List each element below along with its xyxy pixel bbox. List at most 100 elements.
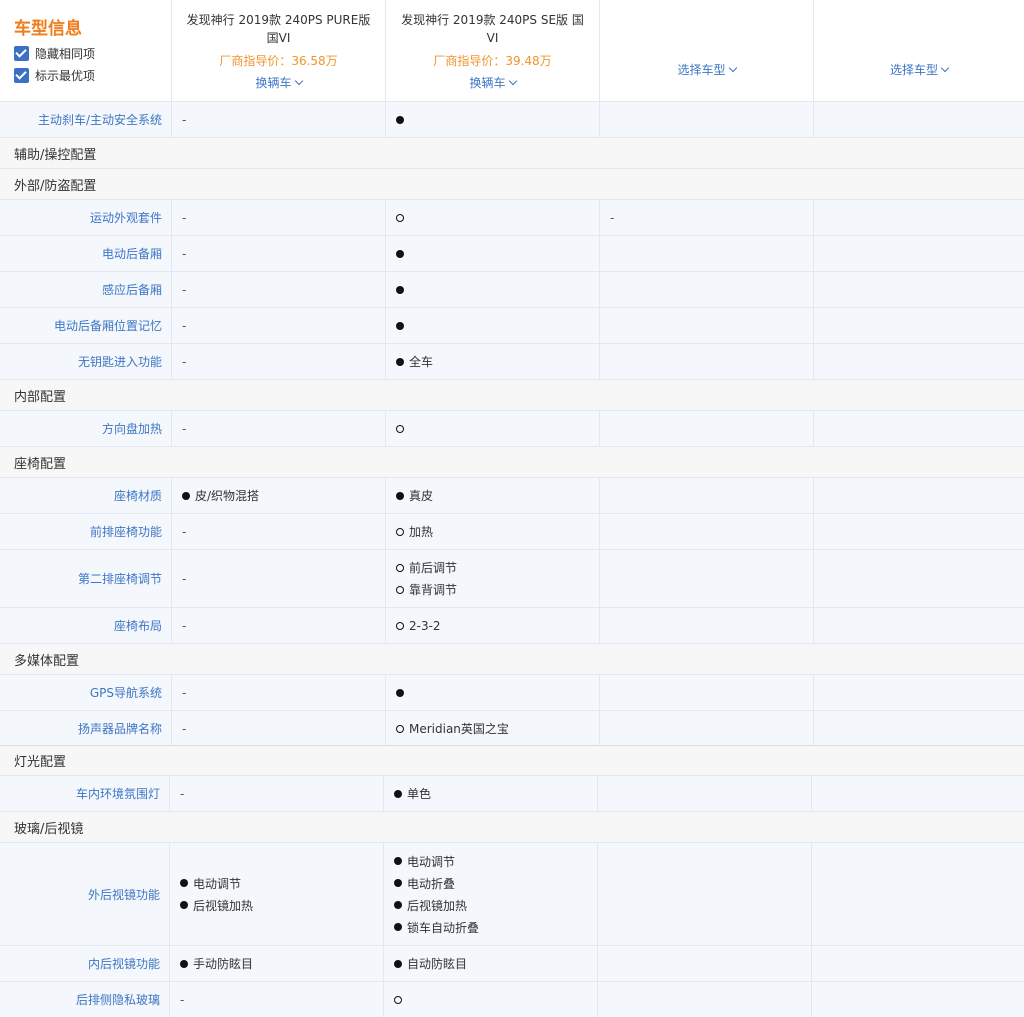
value-cell: 电动调节 后视镜加热 (170, 843, 384, 945)
section-header: 辅助/操控配置 (0, 138, 1024, 169)
row-label: 方向盘加热 (0, 411, 172, 446)
empty-cell (598, 843, 812, 945)
none-value: - (182, 524, 187, 539)
table-header: 车型信息 隐藏相同项 标示最优项 发现神行 2019款 240PS PURE版 … (0, 0, 1024, 102)
value-cell: 手动防眩目 (170, 946, 384, 981)
checkbox-checked-icon[interactable] (14, 45, 29, 61)
chevron-down-icon (728, 63, 737, 73)
empty-cell (812, 776, 1024, 811)
row-label: 第二排座椅调节 (0, 550, 172, 607)
feature-text: 电动调节 (407, 854, 456, 869)
spec-table-bottom: 灯光配置 车内环境氛围灯 - 单色 玻璃/后视镜 外后视镜功能 电动调节 后视镜… (0, 745, 1024, 1017)
standard-dot-icon (396, 357, 404, 366)
car-column-4-header: 选择车型 (814, 0, 1024, 101)
empty-cell (814, 102, 1024, 137)
hide-same-toggle[interactable]: 隐藏相同项 (14, 44, 171, 62)
empty-cell (814, 608, 1024, 643)
empty-cell (600, 411, 814, 446)
standard-dot-icon (396, 321, 404, 330)
standard-dot-icon (396, 491, 404, 500)
table-row: 前排座椅功能 - 加热 (0, 514, 1024, 550)
car-name: 发现神行 2019款 240PS SE版 国VI (401, 13, 584, 45)
optional-circle-icon (396, 527, 404, 536)
car-column-3-header: 选择车型 (600, 0, 814, 101)
table-row: 外后视镜功能 电动调节 后视镜加热 电动调节 电动折叠 后视镜加热 锁车自动折叠 (0, 843, 1024, 946)
value-cell: - (172, 272, 386, 307)
value-cell: - (170, 982, 384, 1017)
page-title: 车型信息 (14, 19, 82, 39)
change-car-label: 换辆车 (469, 76, 506, 90)
value-cell: - (172, 411, 386, 446)
table-row: 电动后备厢位置记忆 - (0, 308, 1024, 344)
standard-dot-icon (182, 491, 190, 500)
row-label: 内后视镜功能 (0, 946, 170, 981)
mark-best-toggle[interactable]: 标示最优项 (14, 66, 171, 84)
row-label: 座椅材质 (0, 478, 172, 513)
section-header: 内部配置 (0, 380, 1024, 411)
empty-cell (600, 608, 814, 643)
value-cell: - (172, 308, 386, 343)
empty-cell (600, 236, 814, 271)
value-cell (386, 272, 600, 307)
standard-dot-icon (396, 249, 404, 258)
feature-text: 2-3-2 (409, 618, 441, 633)
table-row: 运动外观套件 - - (0, 200, 1024, 236)
empty-cell (814, 411, 1024, 446)
empty-cell (814, 711, 1024, 746)
empty-cell (814, 514, 1024, 549)
value-cell: 2-3-2 (386, 608, 600, 643)
feature-text: 后视镜加热 (407, 898, 468, 913)
empty-cell (600, 711, 814, 746)
change-car-link[interactable]: 换辆车 (469, 74, 517, 91)
row-label: 座椅布局 (0, 608, 172, 643)
value-cell: - (172, 514, 386, 549)
empty-cell (600, 675, 814, 710)
row-label: 无钥匙进入功能 (0, 344, 172, 379)
feature-text: 电动调节 (193, 876, 242, 891)
value-cell: - (172, 200, 386, 235)
table-row: 内后视镜功能 手动防眩目 自动防眩目 (0, 946, 1024, 982)
row-label: 外后视镜功能 (0, 843, 170, 945)
select-model-link[interactable]: 选择车型 (890, 38, 950, 101)
empty-cell (600, 478, 814, 513)
none-value: - (182, 112, 187, 127)
value-cell: 前后调节 靠背调节 (386, 550, 600, 607)
value-cell (386, 308, 600, 343)
select-model-link[interactable]: 选择车型 (677, 38, 737, 101)
value-cell (384, 982, 598, 1017)
feature-text: 加热 (409, 525, 434, 539)
value-cell (386, 236, 600, 271)
spec-table-top: 车型信息 隐藏相同项 标示最优项 发现神行 2019款 240PS PURE版 … (0, 0, 1024, 747)
empty-cell (812, 946, 1024, 981)
value-cell: - (172, 236, 386, 271)
select-model-label: 选择车型 (677, 63, 726, 77)
none-value: - (182, 721, 187, 736)
value-cell: - (600, 200, 814, 235)
table-row: 扬声器品牌名称 - Meridian英国之宝 (0, 711, 1024, 747)
standard-dot-icon (394, 879, 402, 887)
table-row: 后排侧隐私玻璃 - (0, 982, 1024, 1017)
none-value: - (182, 618, 187, 633)
none-value: - (182, 282, 187, 297)
checkbox-checked-icon[interactable] (14, 67, 29, 83)
standard-dot-icon (180, 901, 188, 909)
value-cell: 全车 (386, 344, 600, 379)
empty-cell (600, 550, 814, 607)
hide-same-label: 隐藏相同项 (35, 46, 96, 61)
empty-cell (600, 308, 814, 343)
table-row: 主动刹车/主动安全系统 - (0, 102, 1024, 138)
standard-dot-icon (394, 857, 402, 865)
section-header: 座椅配置 (0, 447, 1024, 478)
empty-cell (600, 102, 814, 137)
change-car-link[interactable]: 换辆车 (255, 74, 303, 91)
empty-cell (814, 308, 1024, 343)
optional-circle-icon (396, 213, 404, 222)
empty-cell (600, 272, 814, 307)
value-cell: - (172, 608, 386, 643)
feature-text: 手动防眩目 (193, 957, 254, 971)
table-row: GPS导航系统 - (0, 675, 1024, 711)
table-row: 座椅布局 - 2-3-2 (0, 608, 1024, 644)
table-row: 感应后备厢 - (0, 272, 1024, 308)
standard-dot-icon (394, 959, 402, 968)
standard-dot-icon (180, 879, 188, 887)
